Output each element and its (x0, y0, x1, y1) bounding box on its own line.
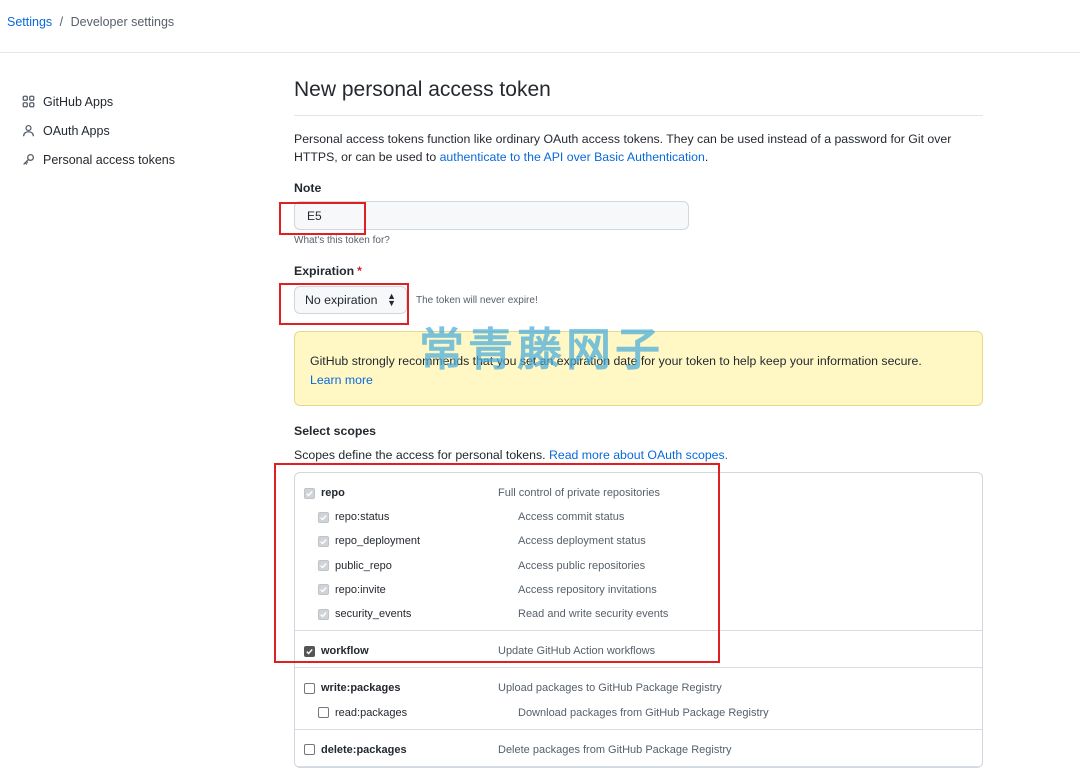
sidebar-item-label: GitHub Apps (43, 94, 114, 109)
scope-description: Access public repositories (518, 559, 646, 572)
flash-text: GitHub strongly recommends that you set … (310, 354, 922, 368)
header-divider (0, 52, 1080, 53)
expiration-warning-flash: GitHub strongly recommends that you set … (294, 327, 983, 406)
intro-text: Personal access tokens function like ord… (294, 130, 983, 166)
scopes-list: repo Full control of private repositories… (294, 472, 983, 768)
intro-text-end: . (704, 150, 709, 164)
scope-description: Full control of private repositories (498, 487, 661, 500)
scope-description: Upload packages to GitHub Package Regist… (498, 682, 722, 695)
sidebar-item-label: Personal access tokens (43, 152, 176, 167)
expiration-select[interactable]: No expiration ▲ ▼ (294, 286, 407, 314)
scope-group-repo: repo Full control of private repositories… (295, 473, 982, 632)
sidebar-item-personal-access-tokens[interactable]: Personal access tokens (21, 145, 241, 174)
scope-description: Delete packages from GitHub Package Regi… (498, 743, 732, 756)
scope-checkbox (304, 487, 315, 499)
scope-name: workflow (321, 645, 369, 658)
breadcrumb: Settings / Developer settings (7, 15, 174, 29)
scope-checkbox[interactable] (304, 682, 315, 694)
scopes-title: Select scopes (294, 424, 377, 438)
scope-group-write-packages: write:packages Upload packages to GitHub … (295, 668, 982, 730)
key-icon (21, 153, 35, 167)
main-content: New personal access token Personal acces… (294, 78, 983, 768)
scope-description: Access commit status (518, 511, 625, 524)
expiration-message: The token will never expire! (416, 294, 538, 306)
note-hint: What's this token for? (294, 235, 390, 246)
scope-row: security_events Read and write security e… (295, 602, 982, 626)
breadcrumb-current: Developer settings (70, 15, 175, 29)
scope-checkbox[interactable] (318, 707, 329, 719)
scope-name: write:packages (321, 682, 401, 695)
scope-row: repo:invite Access repository invitations (295, 578, 982, 602)
apps-grid-icon (21, 95, 35, 109)
scope-description: Download packages from GitHub Package Re… (518, 706, 769, 719)
scope-checkbox (318, 560, 329, 572)
scope-row: repo Full control of private repositories (295, 481, 982, 505)
scope-row: write:packages Upload packages to GitHub … (295, 676, 982, 700)
scope-name: delete:packages (321, 743, 407, 756)
scope-description: Access deployment status (518, 535, 646, 548)
scope-checkbox[interactable] (304, 645, 315, 657)
sidebar-item-oauth-apps[interactable]: OAuth Apps (21, 116, 241, 145)
scope-group-workflow: workflow Update GitHub Action workflows (295, 631, 982, 669)
note-label: Note (294, 181, 322, 195)
scope-description: Update GitHub Action workflows (498, 645, 656, 658)
breadcrumb-separator: / (59, 15, 64, 29)
basic-auth-link[interactable]: authenticate to the API over Basic Authe… (440, 150, 705, 164)
scope-name: repo_deployment (335, 535, 421, 548)
scope-row: read:packages Download packages from GitH… (295, 701, 982, 725)
breadcrumb-settings-link[interactable]: Settings (7, 15, 52, 29)
scope-description: Access repository invitations (518, 583, 657, 596)
scopes-description: Scopes define the access for personal to… (294, 448, 983, 462)
scopes-desc-text: Scopes define the access for personal to… (294, 448, 549, 462)
scope-checkbox (318, 535, 329, 547)
scope-checkbox (318, 584, 329, 596)
expiration-row: No expiration ▲ ▼ The token will never ex… (294, 285, 983, 315)
scope-row: workflow Update GitHub Action workflows (295, 639, 982, 663)
page-title: New personal access token (294, 78, 983, 116)
oauth-scopes-link[interactable]: Read more about OAuth scopes. (549, 448, 728, 462)
scope-description: Read and write security events (518, 608, 669, 621)
learn-more-link[interactable]: Learn more (310, 373, 373, 387)
scope-name: repo:invite (335, 583, 386, 596)
scope-name: public_repo (335, 559, 392, 572)
scope-checkbox (318, 511, 329, 523)
expiration-label-text: Expiration (294, 264, 355, 278)
select-arrows-icon: ▲ ▼ (387, 291, 396, 308)
scope-row: repo:status Access commit status (295, 505, 982, 529)
scope-row: repo_deployment Access deployment status (295, 529, 982, 553)
scope-group-delete-packages: delete:packages Delete packages from GitH… (295, 730, 982, 767)
required-asterisk: * (357, 264, 362, 278)
note-input[interactable] (294, 201, 689, 230)
scope-name: security_events (335, 608, 412, 621)
sidebar: GitHub Apps OAuth Apps Personal access t… (21, 87, 241, 174)
expiration-selected-value: No expiration (305, 293, 378, 307)
scope-name: repo:status (335, 511, 390, 524)
scope-name: read:packages (335, 706, 408, 719)
scope-checkbox (318, 608, 329, 620)
sidebar-item-label: OAuth Apps (43, 123, 110, 138)
sidebar-item-github-apps[interactable]: GitHub Apps (21, 87, 241, 116)
scope-checkbox[interactable] (304, 744, 315, 756)
scope-row: delete:packages Delete packages from GitH… (295, 738, 982, 762)
note-field-wrapper (294, 201, 689, 230)
person-icon (21, 124, 35, 138)
scope-name: repo (321, 487, 345, 500)
scope-row: public_repo Access public repositories (295, 554, 982, 578)
expiration-label: Expiration * (294, 264, 983, 278)
